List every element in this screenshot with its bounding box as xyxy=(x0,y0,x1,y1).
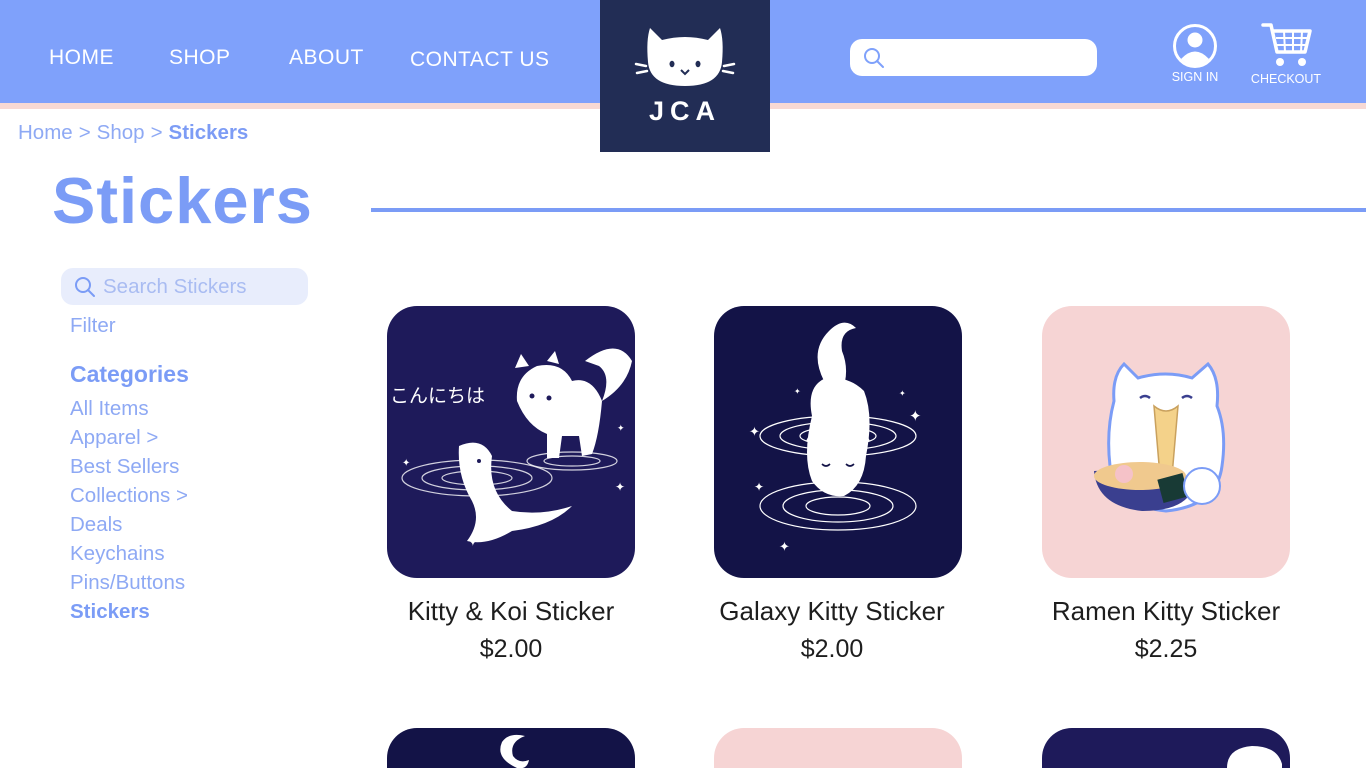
filter-link[interactable]: Filter xyxy=(70,314,116,338)
user-icon xyxy=(1173,24,1217,68)
category-all-items[interactable]: All Items xyxy=(70,397,188,426)
svg-text:✦: ✦ xyxy=(749,424,760,439)
breadcrumb-home[interactable]: Home xyxy=(18,121,73,144)
galaxy-kitty-illustration: ✦ ✦ ✦ ✦ ✦ ✦ xyxy=(749,322,922,554)
header-search-input[interactable] xyxy=(892,45,1087,70)
sticker-search-input[interactable] xyxy=(103,273,298,300)
header-search-bar[interactable] xyxy=(850,39,1097,76)
search-icon xyxy=(75,277,95,297)
product-name[interactable]: Ramen Kitty Sticker xyxy=(996,596,1336,627)
sign-in-button[interactable]: SIGN IN xyxy=(1166,23,1224,84)
svg-text:✦: ✦ xyxy=(615,480,625,494)
product-image-galaxy-kitty[interactable]: ✦ ✦ ✦ ✦ ✦ ✦ xyxy=(714,306,962,578)
svg-text:✦: ✦ xyxy=(899,389,906,398)
breadcrumb: Home > Shop > Stickers xyxy=(18,121,248,145)
nav-shop-link[interactable]: SHOP xyxy=(169,46,231,70)
product-image-partial[interactable] xyxy=(714,728,962,768)
categories-heading: Categories xyxy=(70,361,189,387)
breadcrumb-separator: > xyxy=(150,121,163,144)
category-pins-buttons[interactable]: Pins/Buttons xyxy=(70,571,188,600)
svg-text:✦: ✦ xyxy=(794,387,801,396)
search-icon xyxy=(864,48,884,68)
cat-logo-icon xyxy=(634,28,736,86)
category-list: All Items Apparel > Best Sellers Collect… xyxy=(70,397,188,629)
product-image-kitty-koi[interactable]: こんにちは ✦ ✦ ✦ ✦ xyxy=(387,306,635,578)
breadcrumb-current: Stickers xyxy=(168,121,249,144)
category-best-sellers[interactable]: Best Sellers xyxy=(70,455,188,484)
svg-text:✦: ✦ xyxy=(909,408,922,425)
category-stickers[interactable]: Stickers xyxy=(70,600,188,629)
svg-text:✦: ✦ xyxy=(467,533,479,549)
logo-text: JCA xyxy=(648,96,721,126)
breadcrumb-shop[interactable]: Shop xyxy=(97,121,145,144)
site-logo[interactable]: JCA xyxy=(600,0,770,152)
konnichiwa-text: こんにちは xyxy=(390,385,485,407)
moon-kitty-illustration xyxy=(500,734,529,768)
sticker-search-bar[interactable] xyxy=(61,268,308,305)
product-price: $2.00 xyxy=(800,635,864,663)
page-title: Stickers xyxy=(52,164,313,237)
breadcrumb-separator: > xyxy=(78,121,91,144)
cloud-kitty-illustration xyxy=(1227,746,1282,768)
product-price: $2.00 xyxy=(479,635,543,663)
nav-about-link[interactable]: ABOUT xyxy=(289,46,364,70)
category-apparel[interactable]: Apparel > xyxy=(70,426,188,455)
category-deals[interactable]: Deals xyxy=(70,513,188,542)
category-collections[interactable]: Collections > xyxy=(70,484,188,513)
product-price: $2.25 xyxy=(1134,635,1198,663)
product-image-ramen-kitty[interactable] xyxy=(1042,306,1290,578)
sign-in-label: SIGN IN xyxy=(1171,70,1219,84)
svg-text:✦: ✦ xyxy=(754,480,764,494)
kitty-koi-illustration: こんにちは ✦ ✦ ✦ ✦ xyxy=(390,348,632,549)
svg-text:✦: ✦ xyxy=(779,539,790,554)
product-image-partial[interactable] xyxy=(387,728,635,768)
product-image-partial[interactable] xyxy=(1042,728,1290,768)
nav-home-link[interactable]: HOME xyxy=(49,46,114,70)
ramen-kitty-illustration xyxy=(1094,361,1226,513)
svg-text:✦: ✦ xyxy=(402,458,410,469)
category-keychains[interactable]: Keychains xyxy=(70,542,188,571)
product-name[interactable]: Kitty & Koi Sticker xyxy=(341,596,681,627)
svg-text:✦: ✦ xyxy=(617,423,625,433)
title-divider xyxy=(371,208,1366,212)
nav-contact-link[interactable]: CONTACT US xyxy=(410,48,550,72)
checkout-label: CHECKOUT xyxy=(1250,72,1322,86)
checkout-button[interactable]: CHECKOUT xyxy=(1246,20,1326,86)
cart-icon xyxy=(1261,23,1312,66)
product-name[interactable]: Galaxy Kitty Sticker xyxy=(662,596,1002,627)
